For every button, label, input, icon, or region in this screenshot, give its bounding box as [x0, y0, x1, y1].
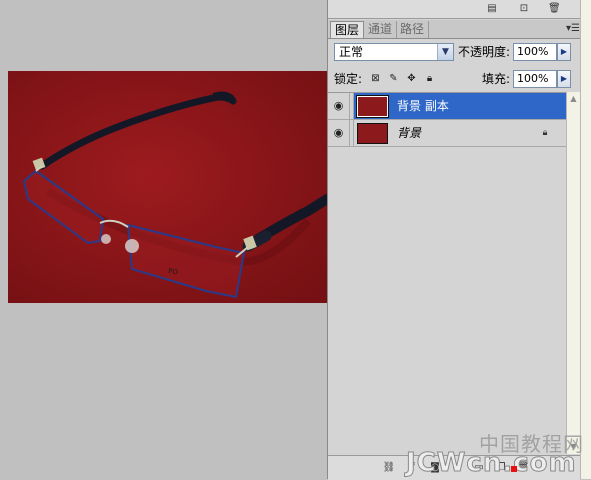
layer-row[interactable]: ◉ 背景 副本 — [328, 93, 566, 120]
lock-fill-row: 锁定: ⊠ ✎ ✥ 🔒︎ 填充: 100% ▶ — [328, 67, 580, 91]
mask-icon[interactable]: ◙ — [428, 461, 442, 474]
eye-icon[interactable]: ◉ — [328, 120, 350, 146]
trash-icon[interactable]: 🗑︎ — [548, 3, 561, 14]
trash-icon[interactable]: 🗑︎ — [516, 461, 530, 474]
lock-all-icon[interactable]: 🔒︎ — [424, 73, 435, 84]
lock-transparent-icon[interactable]: ⊠ — [370, 73, 381, 84]
adjustment-icon[interactable]: ◐ — [450, 461, 464, 474]
fill-field[interactable]: 100% — [513, 70, 557, 88]
panel-top-toolbar: ▤ ⊡ 🗑︎ — [328, 0, 580, 19]
blend-mode-select[interactable]: 正常 ▼ — [334, 43, 454, 61]
layer-comp-icon[interactable]: ▤ — [486, 3, 498, 14]
layer-style-icon[interactable]: ƒ — [406, 461, 420, 474]
link-layers-icon[interactable]: ⛓︎ — [382, 461, 396, 474]
blend-opacity-row: 正常 ▼ 不透明度: 100% ▶ — [328, 40, 580, 64]
layer-link-cell[interactable] — [350, 120, 354, 146]
layers-bottom-toolbar: ⛓︎ ƒ ◙ ◐ ▭ ❐ 🗑︎ — [328, 455, 580, 480]
scroll-up-icon[interactable]: ▲ — [567, 92, 580, 106]
layer-name[interactable]: 背景 副本 — [397, 99, 449, 113]
eyeglasses-photo-icon: PO — [8, 71, 327, 303]
tab-channels[interactable]: 通道 — [364, 21, 398, 38]
opacity-slider-button[interactable]: ▶ — [557, 43, 571, 61]
layer-thumbnail — [356, 95, 389, 118]
fill-label: 填充: — [482, 72, 511, 86]
lock-move-icon[interactable]: ✥ — [406, 73, 417, 84]
group-icon[interactable]: ▭ — [472, 461, 486, 474]
lock-label: 锁定: — [334, 72, 363, 86]
chevron-down-icon[interactable]: ▼ — [437, 44, 453, 60]
tab-layers[interactable]: 图层 — [330, 21, 365, 38]
layers-scrollbar[interactable]: ▲ ▼ — [566, 92, 580, 454]
fill-slider-button[interactable]: ▶ — [557, 70, 571, 88]
new-layer-icon[interactable]: ❐ — [494, 461, 508, 474]
layer-thumbnail — [357, 123, 388, 144]
opacity-label: 不透明度: — [458, 45, 511, 59]
document-canvas-area[interactable]: PO — [0, 0, 327, 479]
svg-text:PO: PO — [168, 267, 179, 276]
layer-link-cell[interactable] — [350, 93, 354, 119]
lock-icon: 🔒︎ — [542, 128, 548, 138]
panel-tabs: 图层 通道 路径 ▾☰ — [328, 20, 580, 39]
layer-name[interactable]: 背景 — [397, 126, 421, 140]
panel-dock-edge — [580, 0, 591, 479]
blend-mode-value: 正常 — [339, 45, 364, 59]
opacity-field[interactable]: 100% — [513, 43, 557, 61]
layer-row[interactable]: ◉ 背景 🔒︎ — [328, 120, 566, 147]
panel-menu-icon[interactable]: ▾☰ — [566, 22, 580, 36]
canvas-photo[interactable]: PO — [8, 71, 327, 303]
eye-icon[interactable]: ◉ — [328, 93, 350, 119]
camera-icon[interactable]: ⊡ — [518, 3, 530, 14]
layers-panel: ▤ ⊡ 🗑︎ 图层 通道 路径 ▾☰ 正常 ▼ 不透明度: 100% ▶ 锁定:… — [327, 0, 591, 480]
layers-list: ◉ 背景 副本 ◉ 背景 🔒︎ — [328, 92, 566, 455]
tab-paths[interactable]: 路径 — [396, 21, 430, 38]
scroll-down-icon[interactable]: ▼ — [567, 440, 580, 454]
lock-brush-icon[interactable]: ✎ — [388, 73, 399, 84]
